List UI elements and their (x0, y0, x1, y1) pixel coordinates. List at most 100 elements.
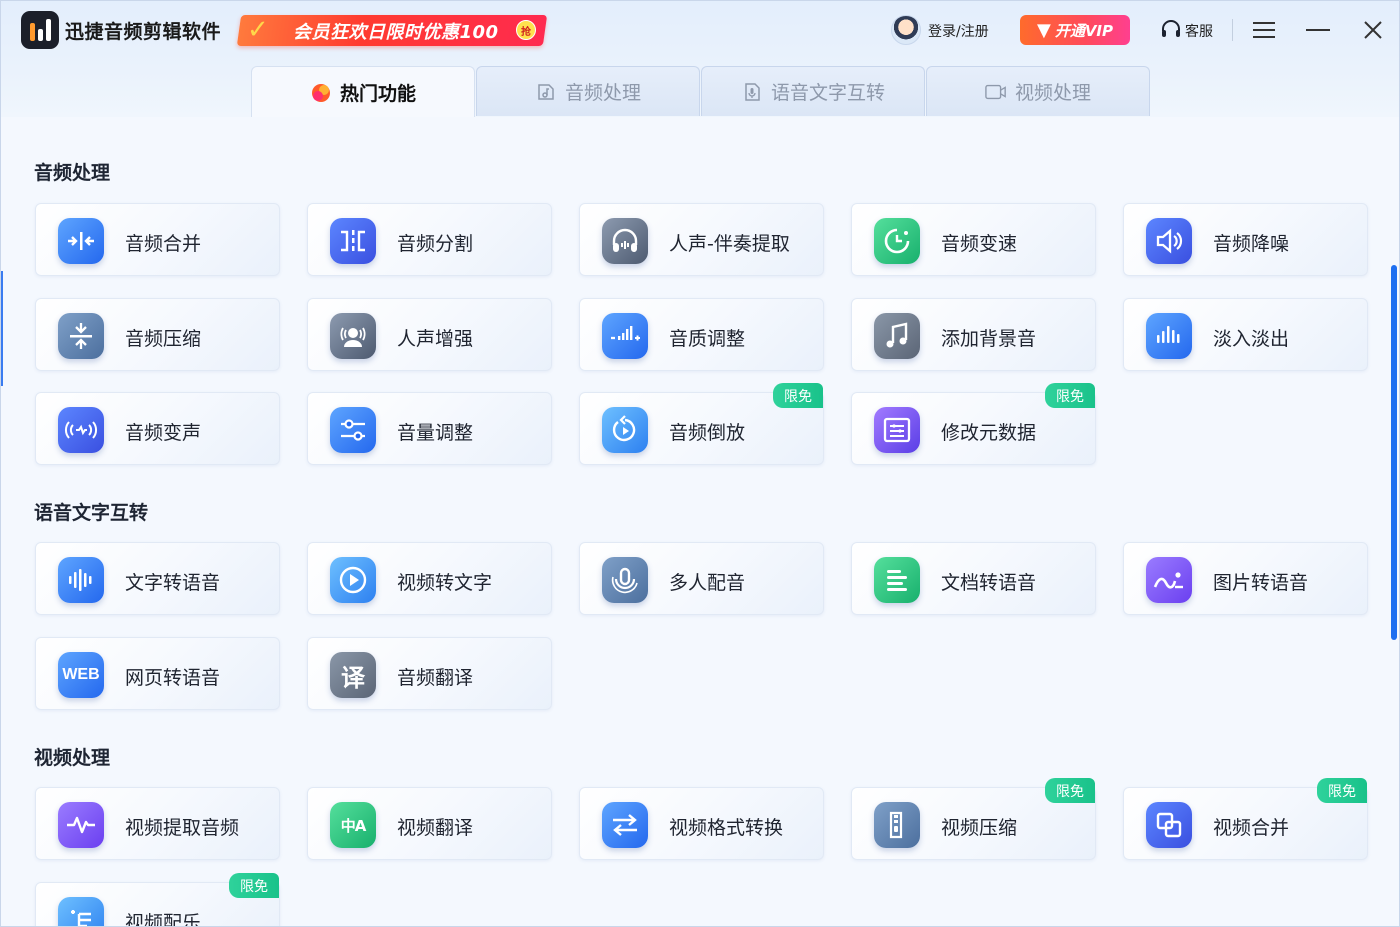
headset-icon[interactable] (1159, 17, 1183, 41)
feature-vocal-extract[interactable]: 人声-伴奏提取 (579, 203, 824, 276)
feature-label: 多人配音 (669, 572, 746, 594)
voice-change-icon (58, 407, 104, 453)
free-badge: 限免 (1317, 778, 1367, 803)
section-title-audio: 音频处理 (34, 162, 111, 184)
document-icon (874, 557, 920, 603)
close-icon[interactable] (1356, 13, 1390, 47)
app-title: 迅捷音频剪辑软件 (65, 21, 222, 43)
tab-audio-processing[interactable]: 音频处理 (476, 66, 700, 116)
feature-label: 人声增强 (397, 328, 474, 350)
video-camera-icon (985, 81, 1007, 103)
feature-label: 视频转文字 (397, 572, 493, 594)
voice-enhance-icon (330, 313, 376, 359)
overlap-icon (1146, 802, 1192, 848)
menu-icon[interactable] (1247, 13, 1281, 47)
web-icon: WEB (58, 652, 104, 698)
app-logo-icon (21, 11, 59, 49)
feature-audio-denoise[interactable]: 音频降噪 (1123, 203, 1368, 276)
quality-icon (602, 313, 648, 359)
tab-label: 视频处理 (1014, 82, 1091, 104)
tab-speech-text[interactable]: 语音文字互转 (701, 66, 925, 116)
fire-icon (310, 81, 332, 103)
promo-badge: 抢 (516, 20, 536, 40)
free-badge: 限免 (1045, 778, 1095, 803)
headphone-icon (602, 218, 648, 264)
convert-icon (602, 802, 648, 848)
feature-web-to-speech[interactable]: WEB 网页转语音 (35, 637, 280, 710)
feature-label: 添加背景音 (941, 328, 1037, 350)
feature-label: 视频提取音频 (125, 817, 240, 839)
feature-label: 视频翻译 (397, 817, 474, 839)
play-icon (330, 557, 376, 603)
volume-slider-icon (330, 407, 376, 453)
free-badge: 限免 (1045, 383, 1095, 408)
feature-audio-compress[interactable]: 音频压缩 (35, 298, 280, 371)
vip-v-icon: ▼ (1036, 19, 1051, 41)
feature-text-to-speech[interactable]: 文字转语音 (35, 542, 280, 615)
feature-label: 音频压缩 (125, 328, 202, 350)
feature-label: 视频合并 (1213, 817, 1290, 839)
feature-label: 音量调整 (397, 422, 474, 444)
feature-doc-to-speech[interactable]: 文档转语音 (851, 542, 1096, 615)
feature-multi-dubbing[interactable]: 多人配音 (579, 542, 824, 615)
feature-volume-adjust[interactable]: 音量调整 (307, 392, 552, 465)
feature-video-translate[interactable]: 中A 视频翻译 (307, 787, 552, 860)
pulse-icon (58, 802, 104, 848)
waveform-icon (58, 557, 104, 603)
login-register-link[interactable]: 登录/注册 (928, 21, 989, 41)
feature-label: 音频变速 (941, 233, 1018, 255)
feature-label: 音质调整 (669, 328, 746, 350)
merge-icon (58, 218, 104, 264)
feature-label: 音频倒放 (669, 422, 746, 444)
section-title-speech-text: 语音文字互转 (34, 502, 149, 524)
vertical-scrollbar[interactable] (1391, 265, 1397, 640)
feature-audio-speed[interactable]: 音频变速 (851, 203, 1096, 276)
music-note-icon (874, 313, 920, 359)
feature-audio-reverse[interactable]: 音频倒放 限免 (579, 383, 824, 465)
tab-label: 热门功能 (339, 82, 416, 105)
feature-voice-enhance[interactable]: 人声增强 (307, 298, 552, 371)
app-window: 迅捷音频剪辑软件 ✓ 会员狂欢日限时优惠100 抢 登录/注册 ▼ 开通VIP … (0, 0, 1400, 927)
feature-audio-merge[interactable]: 音频合并 (35, 203, 280, 276)
feature-fade-in-out[interactable]: 淡入淡出 (1123, 298, 1368, 371)
promo-text[interactable]: 会员狂欢日限时优惠100 (293, 18, 499, 44)
feature-voice-change[interactable]: 音频变声 (35, 392, 280, 465)
image-icon (1146, 557, 1192, 603)
feature-audio-translate[interactable]: 译 音频翻译 (307, 637, 552, 710)
speaker-icon (1146, 218, 1192, 264)
avatar-icon[interactable] (891, 15, 921, 45)
zip-icon (874, 802, 920, 848)
feature-label: 网页转语音 (125, 667, 221, 689)
feature-label: 视频压缩 (941, 817, 1018, 839)
minimize-icon[interactable] (1301, 13, 1335, 47)
separator (1232, 19, 1233, 41)
customer-service-link[interactable]: 客服 (1185, 21, 1213, 41)
feature-label: 音频降噪 (1213, 233, 1290, 255)
feature-quality-adjust[interactable]: 音质调整 (579, 298, 824, 371)
section-title-video: 视频处理 (34, 747, 111, 769)
fade-icon (1146, 313, 1192, 359)
feature-edit-metadata[interactable]: 修改元数据 限免 (851, 383, 1096, 465)
feature-add-bgm[interactable]: 添加背景音 (851, 298, 1096, 371)
feature-label: 文档转语音 (941, 572, 1037, 594)
feature-video-compress[interactable]: 视频压缩 限免 (851, 778, 1096, 860)
multi-voice-icon (602, 557, 648, 603)
feature-label: 图片转语音 (1213, 572, 1309, 594)
feature-image-to-speech[interactable]: 图片转语音 (1123, 542, 1368, 615)
feature-video-to-text[interactable]: 视频转文字 (307, 542, 552, 615)
feature-label: 音频分割 (397, 233, 474, 255)
open-vip-button[interactable]: ▼ 开通VIP (1020, 15, 1130, 45)
feature-video-format-convert[interactable]: 视频格式转换 (579, 787, 824, 860)
feature-label: 视频格式转换 (669, 817, 784, 839)
feature-video-music[interactable]: 视频配乐 限免 (35, 873, 280, 926)
tab-video-processing[interactable]: 视频处理 (926, 66, 1150, 116)
feature-video-merge[interactable]: 视频合并 限免 (1123, 778, 1368, 860)
vip-label: 开通VIP (1054, 21, 1114, 40)
feature-audio-split[interactable]: 音频分割 (307, 203, 552, 276)
tab-hot-features[interactable]: 热门功能 (251, 66, 475, 117)
feature-video-extract-audio[interactable]: 视频提取音频 (35, 787, 280, 860)
video-music-icon (58, 897, 104, 926)
metadata-icon (874, 407, 920, 453)
speed-icon (874, 218, 920, 264)
left-edge-indicator (1, 271, 3, 386)
